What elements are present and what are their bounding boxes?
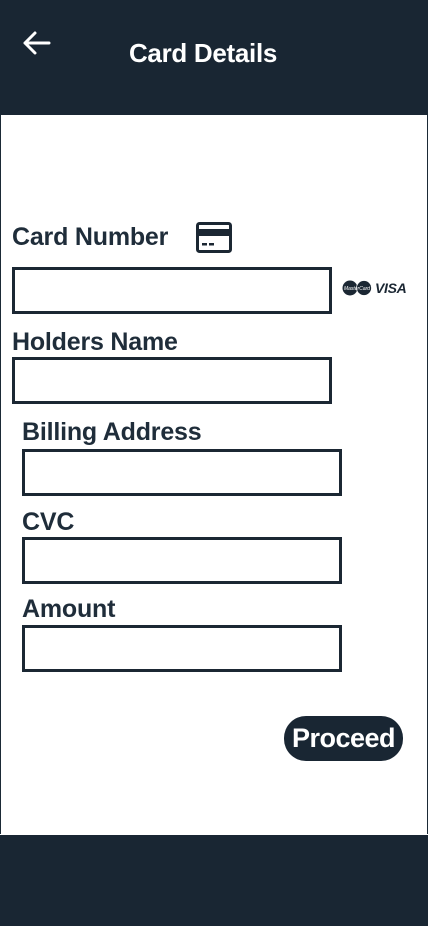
proceed-button[interactable]: Proceed <box>284 716 403 761</box>
credit-card-icon <box>196 222 232 253</box>
bottom-bar <box>0 835 428 926</box>
billing-address-label: Billing Address <box>22 418 202 446</box>
cvc-label: CVC <box>22 508 75 536</box>
holders-name-label: Holders Name <box>12 328 178 356</box>
card-number-input[interactable] <box>12 267 332 314</box>
visa-logo: VISA <box>375 280 407 296</box>
amount-input[interactable] <box>22 625 342 672</box>
holders-name-input[interactable] <box>12 357 332 404</box>
card-number-label: Card Number <box>12 223 169 251</box>
billing-address-input[interactable] <box>22 449 342 496</box>
svg-text:MasterCard: MasterCard <box>344 286 370 292</box>
amount-label: Amount <box>22 595 116 623</box>
page-title: Card Details <box>128 38 278 68</box>
cvc-input[interactable] <box>22 537 342 584</box>
app-header: Card Details <box>0 0 428 115</box>
